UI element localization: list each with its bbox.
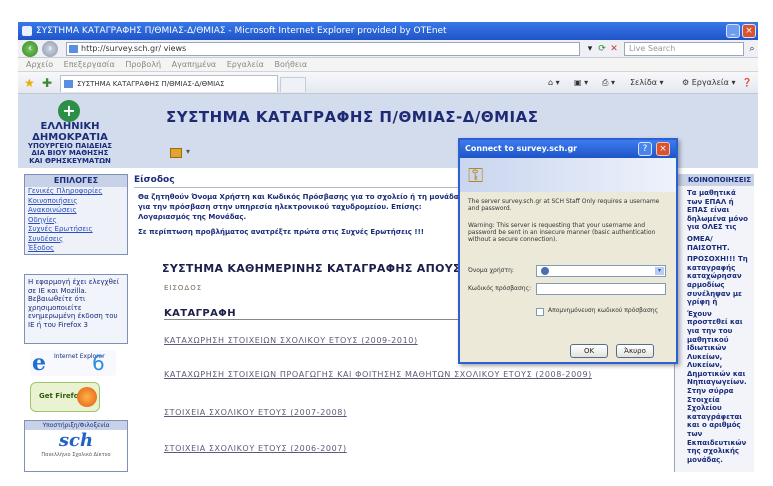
tab-active[interactable]: ΣΥΣΤΗΜΑ ΚΑΤΑΓΡΑΦΗΣ Π/ΘΜΙΑΣ-Δ/ΘΜΙΑΣ	[60, 75, 278, 92]
notification-text-1: Τα μαθητικά των ΕΠΑΛ ή ΕΠΑΣ είναι δηλωμέ…	[687, 189, 748, 232]
link-school-year-2009-2010[interactable]: ΚΑΤΑΧΩΡΗΣΗ ΣΤΟΙΧΕΙΩΝ ΣΧΟΛΙΚΟΥ ΕΤΟΥΣ (200…	[164, 336, 418, 345]
entry-link[interactable]: ΕΙΣΟΔΟΣ	[164, 284, 202, 292]
ministry-line4: ΚΑΙ ΘΡΗΣΚΕΥΜΑΤΩΝ	[29, 156, 111, 165]
menu-edit[interactable]: Επεξεργασία	[64, 60, 115, 69]
menu-help[interactable]: Βοήθεια	[274, 60, 307, 69]
ie-badge[interactable]: e Internet Explorer 6	[30, 350, 116, 376]
link-school-year-2007-2008[interactable]: ΣΤΟΙΧΕΙΑ ΣΧΟΛΙΚΟΥ ΕΤΟΥΣ (2007-2008)	[164, 408, 347, 417]
dialog-close-button[interactable]: ×	[656, 142, 670, 156]
link-school-year-2006-2007[interactable]: ΣΤΟΙΧΕΙΑ ΣΧΟΛΙΚΟΥ ΕΤΟΥΣ (2006-2007)	[164, 444, 347, 453]
ie-version: 6	[92, 351, 105, 375]
ok-button[interactable]: OK	[570, 344, 608, 358]
sch-heading: Υποστήριξη/Φιλοξενία	[25, 421, 127, 430]
user-icon	[541, 267, 549, 275]
dialog-banner: ⚿	[460, 158, 676, 192]
ie-window-icon	[22, 26, 32, 36]
chevron-down-icon[interactable]: ▾	[655, 267, 664, 275]
sidebar-link-announcements[interactable]: Ανακοινώσεις	[25, 206, 127, 216]
add-favorite-icon[interactable]: ✚	[42, 76, 52, 90]
sch-logo: sch	[58, 430, 94, 451]
page-menu[interactable]: Σελίδα ▾	[630, 77, 664, 89]
username-field[interactable]: ▾	[536, 265, 666, 277]
window-titlebar: ΣΥΣΤΗΜΑ ΚΑΤΑΓΡΑΦΗΣ Π/ΘΜΙΑΣ-Δ/ΘΜΙΑΣ - Mic…	[18, 22, 758, 40]
window-title: ΣΥΣΤΗΜΑ ΚΑΤΑΓΡΑΦΗΣ Π/ΘΜΙΑΣ-Δ/ΘΜΙΑΣ - Mic…	[36, 26, 447, 36]
favorites-star-icon[interactable]: ★	[24, 76, 35, 90]
username-label: Όνομα χρήστη:	[468, 267, 514, 274]
page-title: ΣΥΣΤΗΜΑ ΚΑΤΑΓΡΑΦΗΣ Π/ΘΜΙΑΣ-Δ/ΘΜΙΑΣ	[166, 108, 539, 126]
notification-text-4: Έχουν προστεθεί και για την του μαθητικο…	[687, 309, 747, 464]
password-field[interactable]	[536, 283, 666, 295]
sidebar-link-connections[interactable]: Συνδέσεις	[25, 235, 127, 245]
sidebar-link-notifications[interactable]: Κοινοποιήσεις	[25, 197, 127, 207]
home-icon[interactable]	[170, 148, 182, 158]
ministry-logo-icon: +	[58, 100, 80, 122]
dialog-title: Connect to survey.sch.gr	[465, 144, 578, 153]
tab-label: ΣΥΣΤΗΜΑ ΚΑΤΑΓΡΑΦΗΣ Π/ΘΜΙΑΣ-Δ/ΘΜΙΑΣ	[77, 80, 225, 88]
intro-text: Θα ζητηθούν Όνομα Χρήστη και Κωδικός Πρό…	[138, 193, 459, 221]
remember-password-checkbox[interactable]	[536, 308, 544, 316]
help-icon[interactable]: ❓	[742, 77, 752, 89]
sch-subtitle: Πανελλήνιο Σχολικό Δίκτυο	[41, 452, 111, 458]
tab-bar: ★ ✚ ΣΥΣΤΗΜΑ ΚΑΤΑΓΡΑΦΗΣ Π/ΘΜΙΑΣ-Δ/ΘΜΙΑΣ ⌂…	[18, 72, 758, 94]
search-input[interactable]: Live Search	[624, 42, 744, 56]
page-icon	[69, 45, 78, 53]
notifications-heading: ΚΟΙΝΟΠΟΙΗΣΕΙΣ	[675, 174, 754, 186]
menu-bar: Αρχείο Επεξεργασία Προβολή Αγαπημένα Εργ…	[18, 58, 758, 72]
keys-icon: ⚿	[468, 163, 484, 187]
minimize-button[interactable]: _	[726, 24, 740, 38]
auth-dialog: Connect to survey.sch.gr ? × ⚿ The serve…	[458, 138, 678, 364]
password-label: Κωδικός πρόσβασης:	[468, 285, 532, 292]
sidebar: ΕΠΙΛΟΓΕΣ Γενικές Πληροφορίες Κοινοποιήσε…	[24, 174, 130, 472]
options-box: ΕΠΙΛΟΓΕΣ Γενικές Πληροφορίες Κοινοποιήσε…	[24, 174, 128, 255]
remember-password-label: Απομνημόνευση κωδικού πρόσβασης	[548, 307, 659, 314]
search-placeholder: Live Search	[629, 44, 676, 53]
url-input[interactable]: http://survey.sch.gr/ views	[66, 42, 580, 56]
menu-tools[interactable]: Εργαλεία	[227, 60, 264, 69]
notification-text-3: ΠΡΟΣΟΧΗ!!! Τη καταγραφής καταχώρησαν αρμ…	[687, 255, 748, 307]
sidebar-link-instructions[interactable]: Οδηγίες	[25, 216, 127, 226]
firefox-logo-icon	[77, 387, 97, 407]
dialog-warning: Warning: This server is requesting that …	[468, 222, 656, 243]
close-button[interactable]: ×	[742, 24, 756, 38]
refresh-icon[interactable]: ⟳	[596, 43, 608, 55]
ie-logo-icon: e	[32, 350, 46, 376]
search-icon[interactable]: ⌕	[746, 43, 758, 55]
notification-text-2: ΟΜΕΑ/ΠΑΙΣΟΤΗΤ.	[687, 234, 730, 252]
absence-system-title: ΣΥΣΤΗΜΑ ΚΑΘΗΜΕΡΙΝΗΣ ΚΑΤΑΓΡΑΦΗΣ ΑΠΟΥΣΙΩΝ	[162, 262, 485, 275]
tools-menu[interactable]: ⚙ Εργαλεία ▾	[682, 77, 735, 89]
menu-favorites[interactable]: Αγαπημένα	[172, 60, 217, 69]
menu-view[interactable]: Προβολή	[125, 60, 161, 69]
notifications-panel: ΚΟΙΝΟΠΟΙΗΣΕΙΣ Τα μαθητικά των ΕΠΑΛ ή ΕΠΑ…	[674, 174, 754, 472]
firefox-badge[interactable]: Get Firefox	[30, 382, 100, 412]
url-text: http://survey.sch.gr/ views	[81, 44, 187, 53]
menu-file[interactable]: Αρχείο	[26, 60, 53, 69]
page-menu-label: Σελίδα	[630, 78, 657, 87]
print-icon[interactable]: ⎙ ▾	[602, 77, 615, 89]
sidebar-link-general-info[interactable]: Γενικές Πληροφορίες	[25, 187, 127, 197]
tab-page-icon	[64, 80, 73, 88]
browser-note: Η εφαρμογή έχει ελεγχθεί σε IE και Mozil…	[24, 274, 128, 344]
sch-support-box[interactable]: Υποστήριξη/Φιλοξενία sch Πανελλήνιο Σχολ…	[24, 420, 128, 472]
dialog-message: The server survey.sch.gr at SCH Staff On…	[468, 198, 660, 212]
faq-hint: Σε περίπτωση προβλήματος ανατρέξτε πρώτα…	[138, 228, 424, 236]
options-heading: ΕΠΙΛΟΓΕΣ	[25, 175, 127, 187]
chevron-down-icon[interactable]: ▾	[186, 147, 190, 156]
stop-icon[interactable]: ✕	[608, 43, 620, 55]
ministry-name: ΕΛΛΗΝΙΚΗ ΔΗΜΟΚΡΑΤΙΑ ΥΠΟΥΡΓΕΙΟ ΠΑΙΔΕΙΑΣ Δ…	[18, 121, 122, 165]
tools-menu-label: Εργαλεία	[691, 78, 729, 87]
back-button[interactable]: ‹	[22, 41, 38, 57]
address-bar: ‹ › http://survey.sch.gr/ views ▾ ⟳ ✕ Li…	[18, 40, 758, 58]
forward-button[interactable]: ›	[42, 41, 58, 57]
dropdown-icon[interactable]: ▾	[584, 43, 596, 55]
feeds-icon[interactable]: ▣ ▾	[574, 77, 588, 89]
new-tab-button[interactable]	[280, 77, 306, 92]
home-toolbar-icon[interactable]: ⌂ ▾	[548, 77, 560, 89]
dialog-help-button[interactable]: ?	[638, 142, 652, 156]
link-promotion-2008-2009[interactable]: ΚΑΤΑΧΩΡΗΣΗ ΣΤΟΙΧΕΙΩΝ ΠΡΟΑΓΩΓΗΣ ΚΑΙ ΦΟΙΤΗ…	[164, 370, 592, 379]
ministry-line1: ΕΛΛΗΝΙΚΗ ΔΗΜΟΚΡΑΤΙΑ	[32, 121, 108, 143]
sidebar-link-exit[interactable]: Έξοδος	[25, 244, 127, 254]
cancel-button[interactable]: Άκυρο	[616, 344, 654, 358]
sidebar-link-faq[interactable]: Συχνές Ερωτήσεις	[25, 225, 127, 235]
